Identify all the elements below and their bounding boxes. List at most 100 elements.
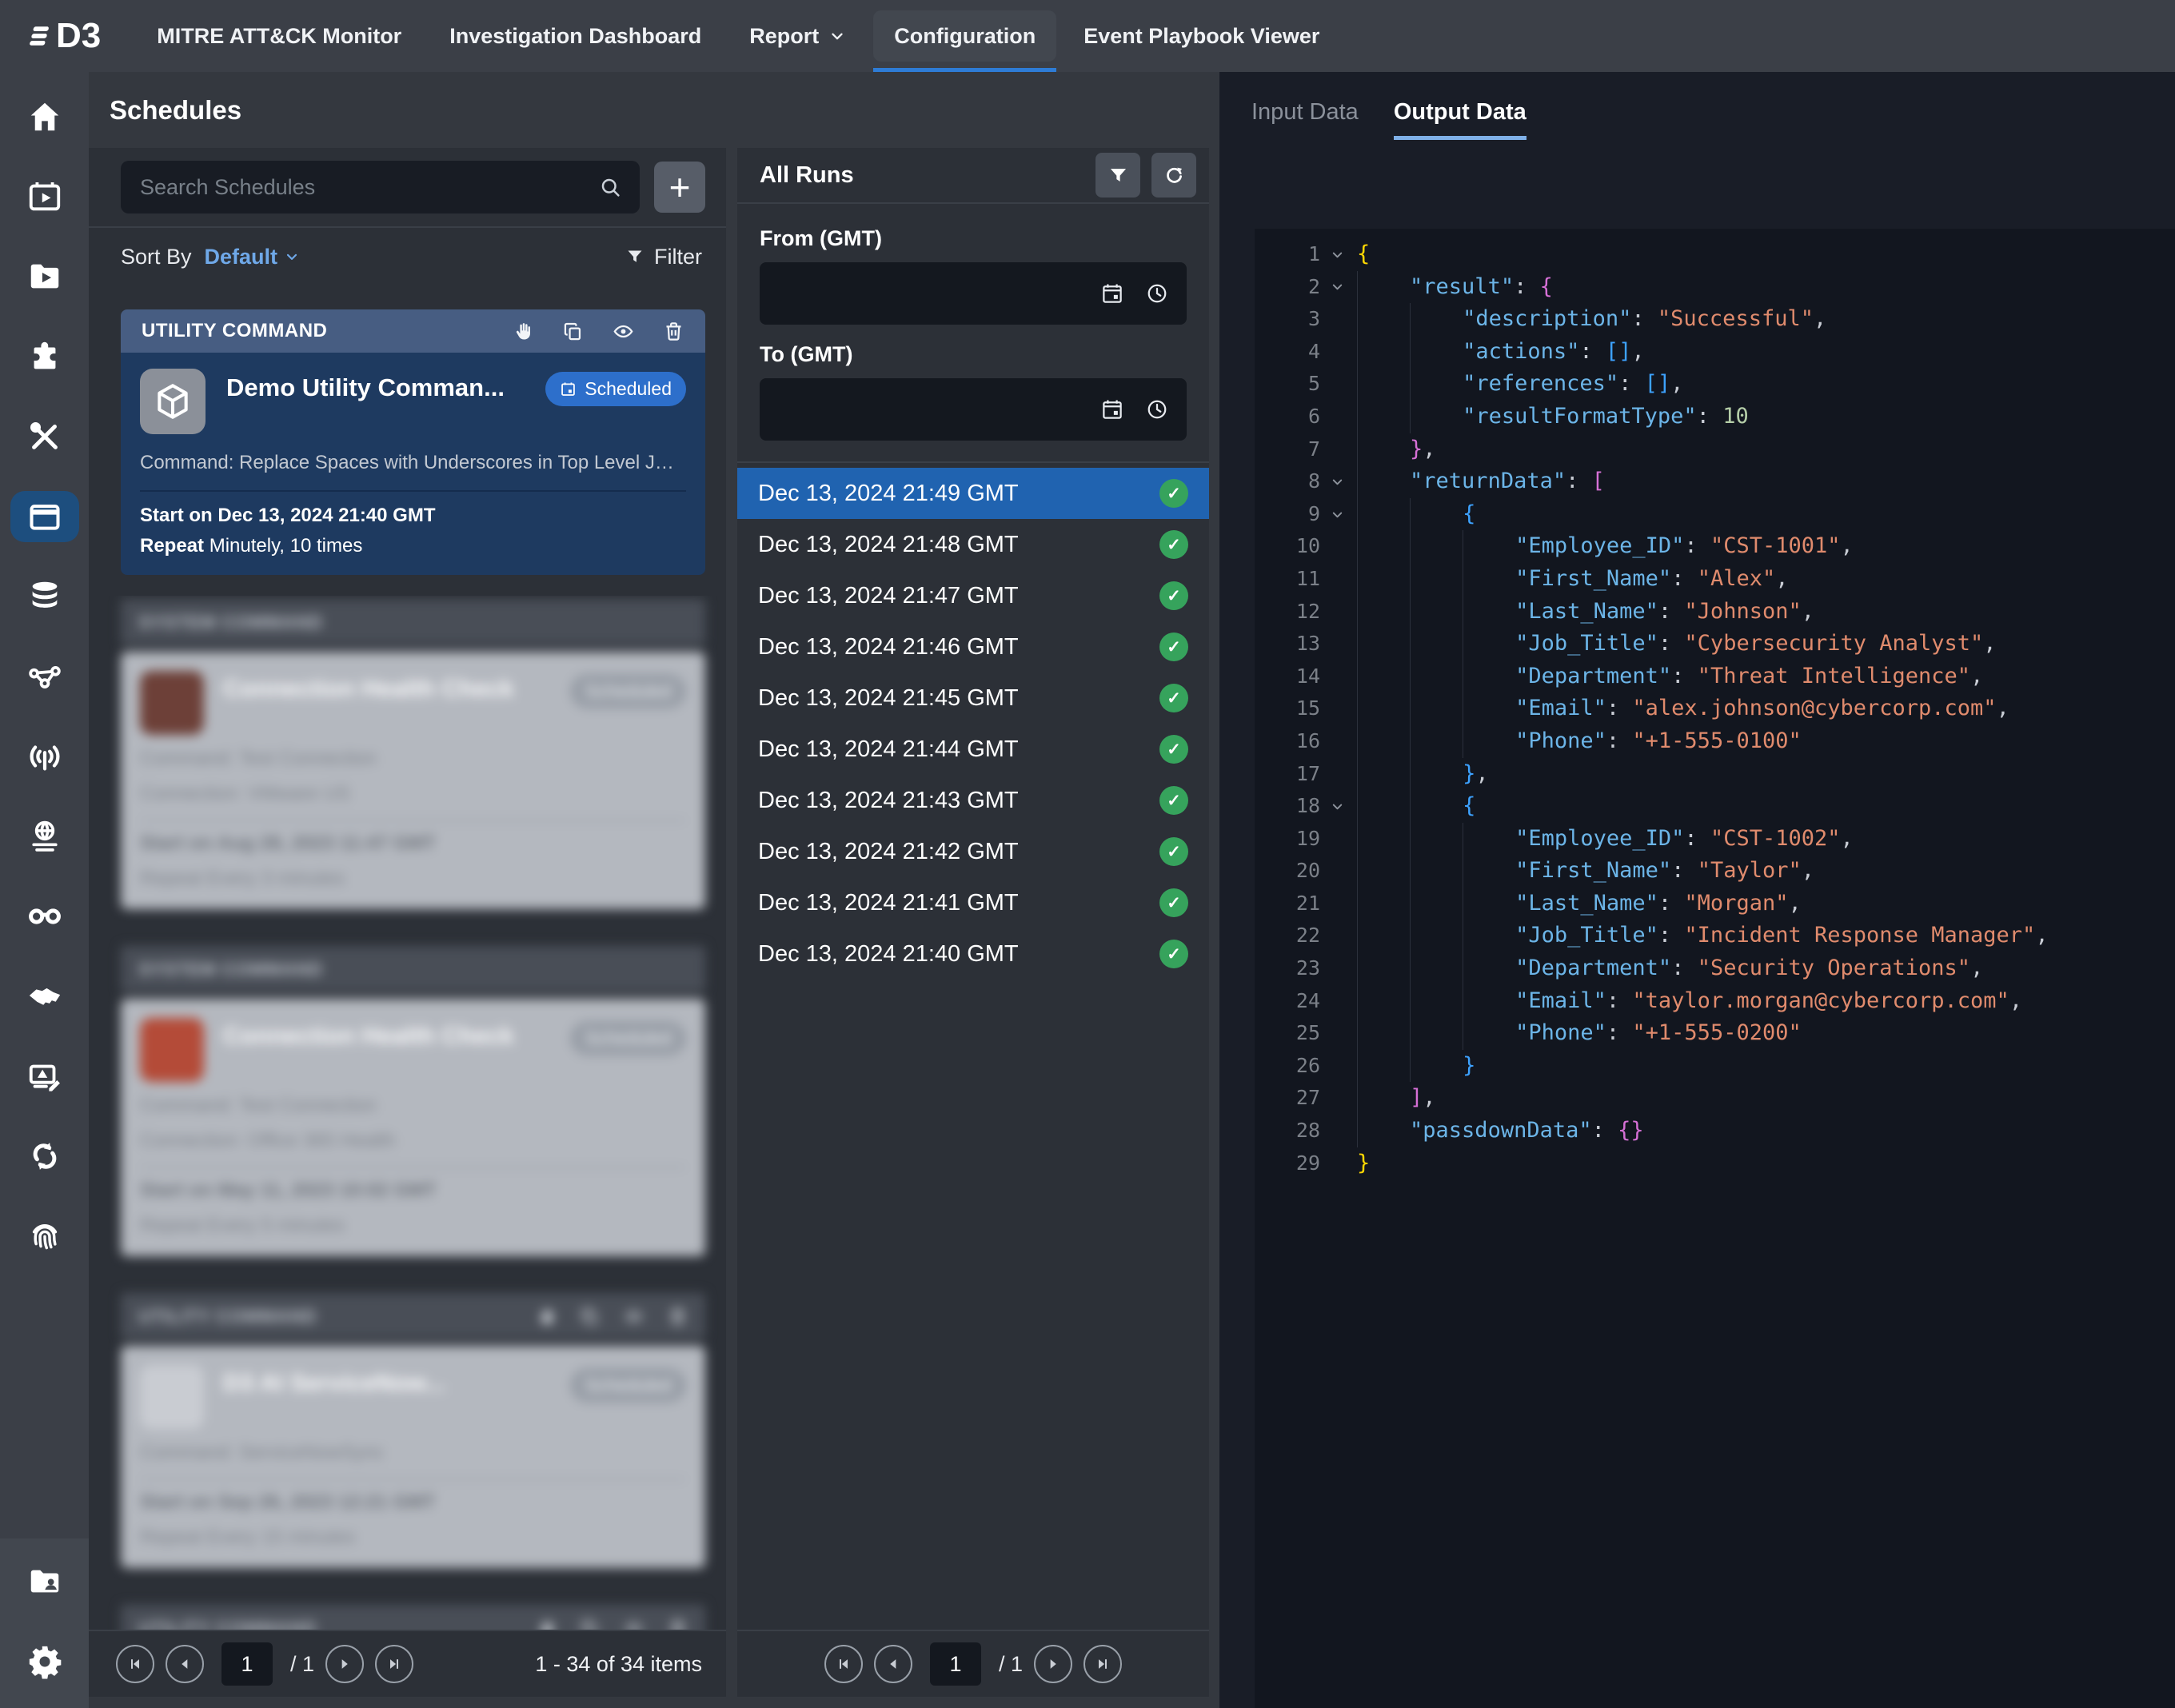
code-token: : <box>1658 628 1685 660</box>
line-number: 10 <box>1271 530 1320 563</box>
run-item[interactable]: Dec 13, 2024 21:49 GMT✓ <box>737 468 1209 519</box>
pagination-next-button[interactable] <box>1034 1645 1072 1683</box>
chevron-down-icon <box>284 249 300 265</box>
nav-tab-mitre-att-ck-monitor[interactable]: MITRE ATT&CK Monitor <box>136 10 422 62</box>
sidebar-item-handshake[interactable] <box>0 956 89 1036</box>
run-item[interactable]: Dec 13, 2024 21:40 GMT✓ <box>737 928 1209 980</box>
divider <box>140 1167 686 1168</box>
run-item[interactable]: Dec 13, 2024 21:46 GMT✓ <box>737 621 1209 672</box>
run-item[interactable]: Dec 13, 2024 21:47 GMT✓ <box>737 570 1209 621</box>
sidebar-item-fingerprint[interactable] <box>0 1196 89 1276</box>
blurred-schedule-card[interactable]: Connection Health CheckScheduledCommand:… <box>121 652 705 909</box>
page-number-input[interactable]: 1 <box>221 1642 273 1686</box>
fold-chevron-icon[interactable] <box>1320 498 1354 531</box>
nav-tab-event-playbook-viewer[interactable]: Event Playbook Viewer <box>1063 10 1340 62</box>
code-token: : <box>1671 952 1698 985</box>
sidebar-item-tools[interactable] <box>0 397 89 477</box>
runs-refresh-button[interactable] <box>1151 153 1196 198</box>
eye-icon[interactable] <box>613 321 634 342</box>
sidebar-item-share-nodes[interactable] <box>0 637 89 716</box>
nav-tab-investigation-dashboard[interactable]: Investigation Dashboard <box>429 10 722 62</box>
tab-output-data[interactable]: Output Data <box>1394 99 1526 140</box>
sidebar-item-incident-report[interactable] <box>0 1036 89 1116</box>
schedule-card-header: UTILITY COMMAND <box>121 309 705 353</box>
run-item[interactable]: Dec 13, 2024 21:45 GMT✓ <box>737 672 1209 724</box>
run-item[interactable]: Dec 13, 2024 21:42 GMT✓ <box>737 826 1209 877</box>
code-token: "First_Name" <box>1515 855 1671 888</box>
code-token: "Morgan" <box>1684 888 1788 920</box>
indent-guide <box>1357 368 1410 401</box>
fold-spacer <box>1320 1115 1354 1147</box>
sidebar-item-database[interactable] <box>0 557 89 637</box>
fold-spacer <box>1320 920 1354 952</box>
code-token: "taylor.morgan@cybercorp.com" <box>1632 985 2009 1018</box>
sort-value-dropdown[interactable]: Default <box>205 245 301 269</box>
search-input[interactable] <box>138 174 598 201</box>
copy-icon[interactable] <box>562 321 584 342</box>
fold-spacer <box>1320 401 1354 433</box>
d3-logo[interactable]: D3 <box>24 16 101 56</box>
run-item[interactable]: Dec 13, 2024 21:44 GMT✓ <box>737 724 1209 775</box>
clock-icon[interactable] <box>1145 281 1169 305</box>
sidebar-item-antenna[interactable] <box>0 716 89 796</box>
fold-spacer <box>1320 855 1354 888</box>
add-schedule-button[interactable]: + <box>654 162 705 213</box>
pagination-first-button[interactable] <box>824 1645 863 1683</box>
fold-chevron-icon[interactable] <box>1320 790 1354 823</box>
sidebar-item-puzzle[interactable] <box>0 317 89 397</box>
sidebar-item-sync[interactable] <box>0 1116 89 1196</box>
sidebar-item-calendar-play[interactable] <box>0 157 89 237</box>
pagination-first-button[interactable] <box>116 1645 154 1683</box>
calendar-icon[interactable] <box>1100 281 1124 305</box>
sidebar-item-folder-user[interactable] <box>0 1542 89 1622</box>
code-token: "Security Operations" <box>1698 952 1970 985</box>
calendar-icon[interactable] <box>1100 397 1124 421</box>
trash-icon[interactable] <box>663 321 684 342</box>
code-token: "Phone" <box>1515 1017 1606 1050</box>
sidebar-item-globe-report[interactable] <box>0 796 89 876</box>
json-code-viewer[interactable]: 1{2 "result": {3 "description": "Success… <box>1255 229 2175 1708</box>
sidebar-item-folder-play[interactable] <box>0 237 89 317</box>
clock-icon[interactable] <box>1145 397 1169 421</box>
sidebar-item-binoculars[interactable] <box>0 876 89 956</box>
blurred-schedule-card[interactable]: D3 AI ServiceNow...ScheduledCommand: Ser… <box>121 1346 705 1568</box>
nav-tab-report[interactable]: Report <box>728 10 867 62</box>
fold-chevron-icon[interactable] <box>1320 465 1354 498</box>
divider <box>140 1479 686 1480</box>
run-item[interactable]: Dec 13, 2024 21:41 GMT✓ <box>737 877 1209 928</box>
tab-input-data[interactable]: Input Data <box>1251 99 1359 140</box>
schedule-icon-tile <box>140 1365 204 1429</box>
sidebar-item-gear[interactable] <box>0 1622 89 1702</box>
page-number-input[interactable]: 1 <box>930 1642 981 1686</box>
fold-chevron-icon[interactable] <box>1320 271 1354 304</box>
run-item[interactable]: Dec 13, 2024 21:43 GMT✓ <box>737 775 1209 826</box>
nav-tab-configuration[interactable]: Configuration <box>873 10 1056 62</box>
status-badge: Scheduled <box>545 372 686 406</box>
hand-icon[interactable] <box>512 321 533 342</box>
code-line: 14 "Department": "Threat Intelligence", <box>1271 660 2175 693</box>
fold-spacer <box>1320 1050 1354 1083</box>
pagination-next-button[interactable] <box>325 1645 364 1683</box>
sidebar-item-calendar[interactable] <box>0 477 89 557</box>
code-token: "result" <box>1410 271 1514 304</box>
blurred-schedule-card[interactable]: Connection Health CheckScheduledCommand:… <box>121 999 705 1256</box>
blurred-schedule-section: SYSTEM COMMANDConnection Health CheckSch… <box>121 946 705 1256</box>
pagination-last-button[interactable] <box>375 1645 413 1683</box>
filter-button[interactable]: Filter <box>625 245 702 269</box>
pagination-prev-button[interactable] <box>874 1645 912 1683</box>
selected-schedule-card[interactable]: UTILITY COMMAND Demo Utility Comman... S… <box>121 309 705 575</box>
code-token: , <box>1423 1082 1435 1115</box>
sidebar-item-home[interactable] <box>0 77 89 157</box>
from-date-input[interactable] <box>777 281 1080 307</box>
fold-chevron-icon[interactable] <box>1320 238 1354 271</box>
line-number: 23 <box>1271 952 1320 985</box>
indent-guide <box>1410 563 1463 596</box>
to-date-input[interactable] <box>777 397 1080 423</box>
schedules-search-row: + <box>89 148 726 228</box>
run-item[interactable]: Dec 13, 2024 21:48 GMT✓ <box>737 519 1209 570</box>
runs-filter-button[interactable] <box>1095 153 1140 198</box>
code-line: 27 ], <box>1271 1082 2175 1115</box>
home-icon <box>26 98 63 135</box>
pagination-last-button[interactable] <box>1084 1645 1122 1683</box>
pagination-prev-button[interactable] <box>166 1645 204 1683</box>
